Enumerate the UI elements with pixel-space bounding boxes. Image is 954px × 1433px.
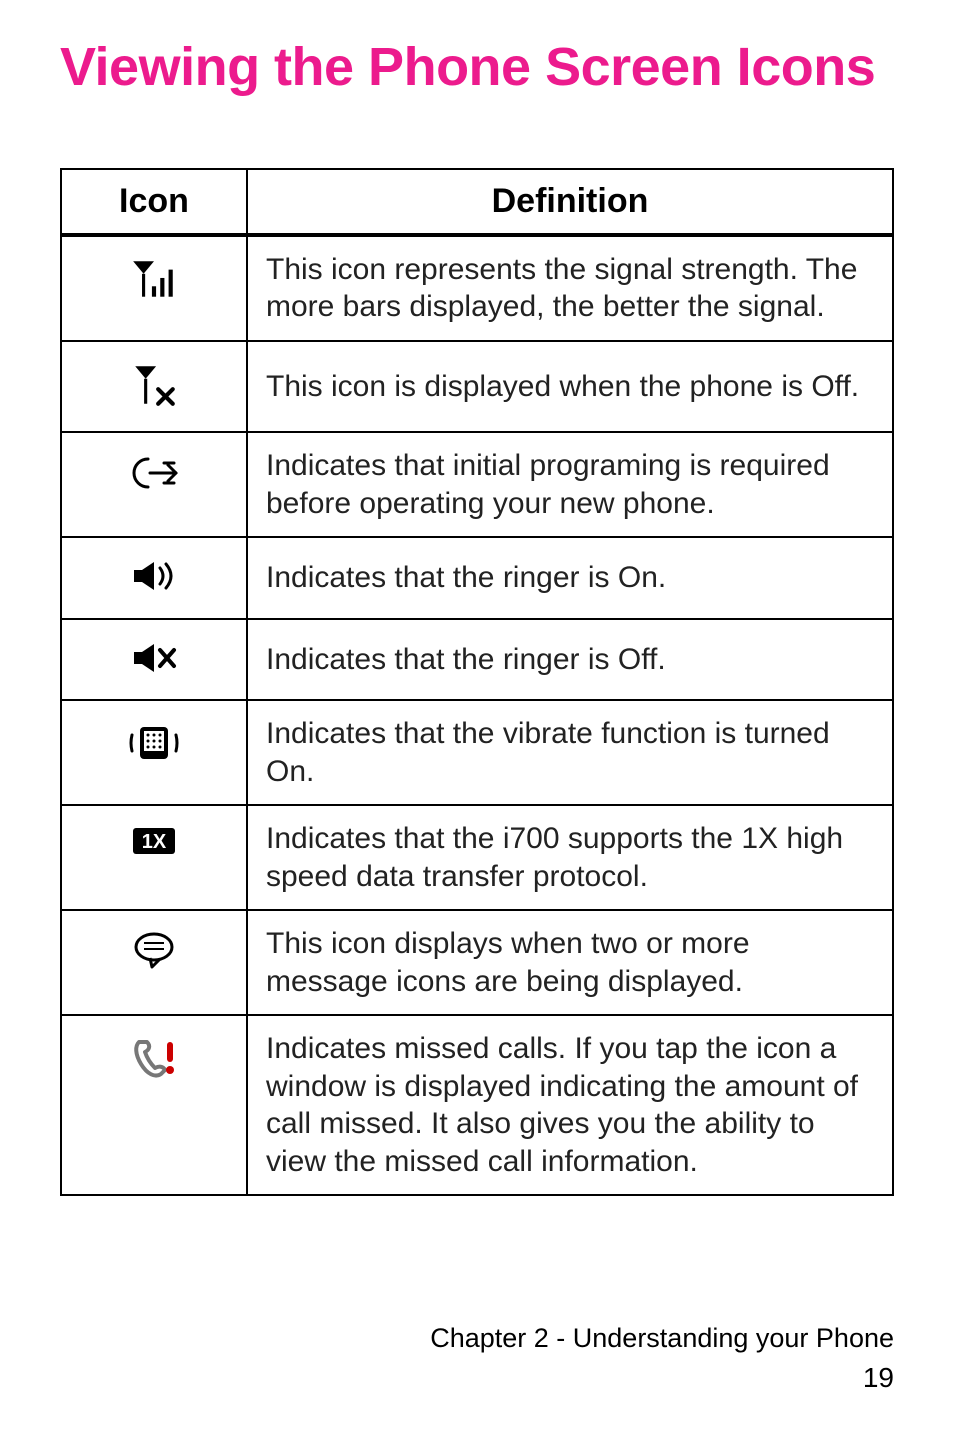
- table-row: Indicates that the i700 supports the 1X …: [61, 805, 893, 910]
- ringer-on-icon: [130, 568, 178, 601]
- page-title: Viewing the Phone Screen Icons: [60, 36, 894, 98]
- table-row: This icon is displayed when the phone is…: [61, 341, 893, 433]
- missed-calls-icon: [131, 1054, 177, 1087]
- icon-cell: [61, 910, 247, 1015]
- table-row: Indicates missed calls. If you tap the i…: [61, 1015, 893, 1195]
- programming-required-icon: [128, 467, 180, 500]
- definition-cell: Indicates that the vibrate function is t…: [247, 700, 893, 805]
- chapter-label: Chapter 2 - Understanding your Phone: [430, 1320, 894, 1358]
- messages-icon: [132, 945, 176, 978]
- definition-cell: Indicates that the ringer is Off.: [247, 619, 893, 701]
- definition-cell: Indicates that the i700 supports the 1X …: [247, 805, 893, 910]
- page-footer: Chapter 2 - Understanding your Phone 19: [430, 1320, 894, 1397]
- ringer-off-icon: [130, 650, 178, 683]
- table-row: This icon displays when two or more mess…: [61, 910, 893, 1015]
- definition-cell: Indicates that the ringer is On.: [247, 537, 893, 619]
- document-page: Viewing the Phone Screen Icons Icon Defi…: [0, 0, 954, 1433]
- icon-cell: [61, 341, 247, 433]
- icon-cell: [61, 805, 247, 910]
- icon-cell: [61, 700, 247, 805]
- table-row: Indicates that the ringer is Off.: [61, 619, 893, 701]
- table-header-row: Icon Definition: [61, 169, 893, 235]
- table-row: Indicates that the vibrate function is t…: [61, 700, 893, 805]
- definition-cell: This icon is displayed when the phone is…: [247, 341, 893, 433]
- column-header-icon: Icon: [61, 169, 247, 235]
- definition-cell: This icon represents the signal strength…: [247, 235, 893, 341]
- signal-icon: [129, 275, 179, 308]
- icon-cell: [61, 235, 247, 341]
- icon-cell: [61, 619, 247, 701]
- column-header-definition: Definition: [247, 169, 893, 235]
- table-row: Indicates that initial programing is req…: [61, 432, 893, 537]
- phone-off-icon: [129, 382, 179, 415]
- table-row: Indicates that the ringer is On.: [61, 537, 893, 619]
- icon-cell: [61, 537, 247, 619]
- definition-cell: This icon displays when two or more mess…: [247, 910, 893, 1015]
- table-row: This icon represents the signal strength…: [61, 235, 893, 341]
- one-x-icon: [131, 830, 177, 863]
- definition-cell: Indicates that initial programing is req…: [247, 432, 893, 537]
- page-number: 19: [430, 1358, 894, 1397]
- definition-cell: Indicates missed calls. If you tap the i…: [247, 1015, 893, 1195]
- icon-cell: [61, 1015, 247, 1195]
- icon-cell: [61, 432, 247, 537]
- icon-definitions-table: Icon Definition This icon represents the…: [60, 168, 894, 1196]
- vibrate-on-icon: [126, 739, 182, 772]
